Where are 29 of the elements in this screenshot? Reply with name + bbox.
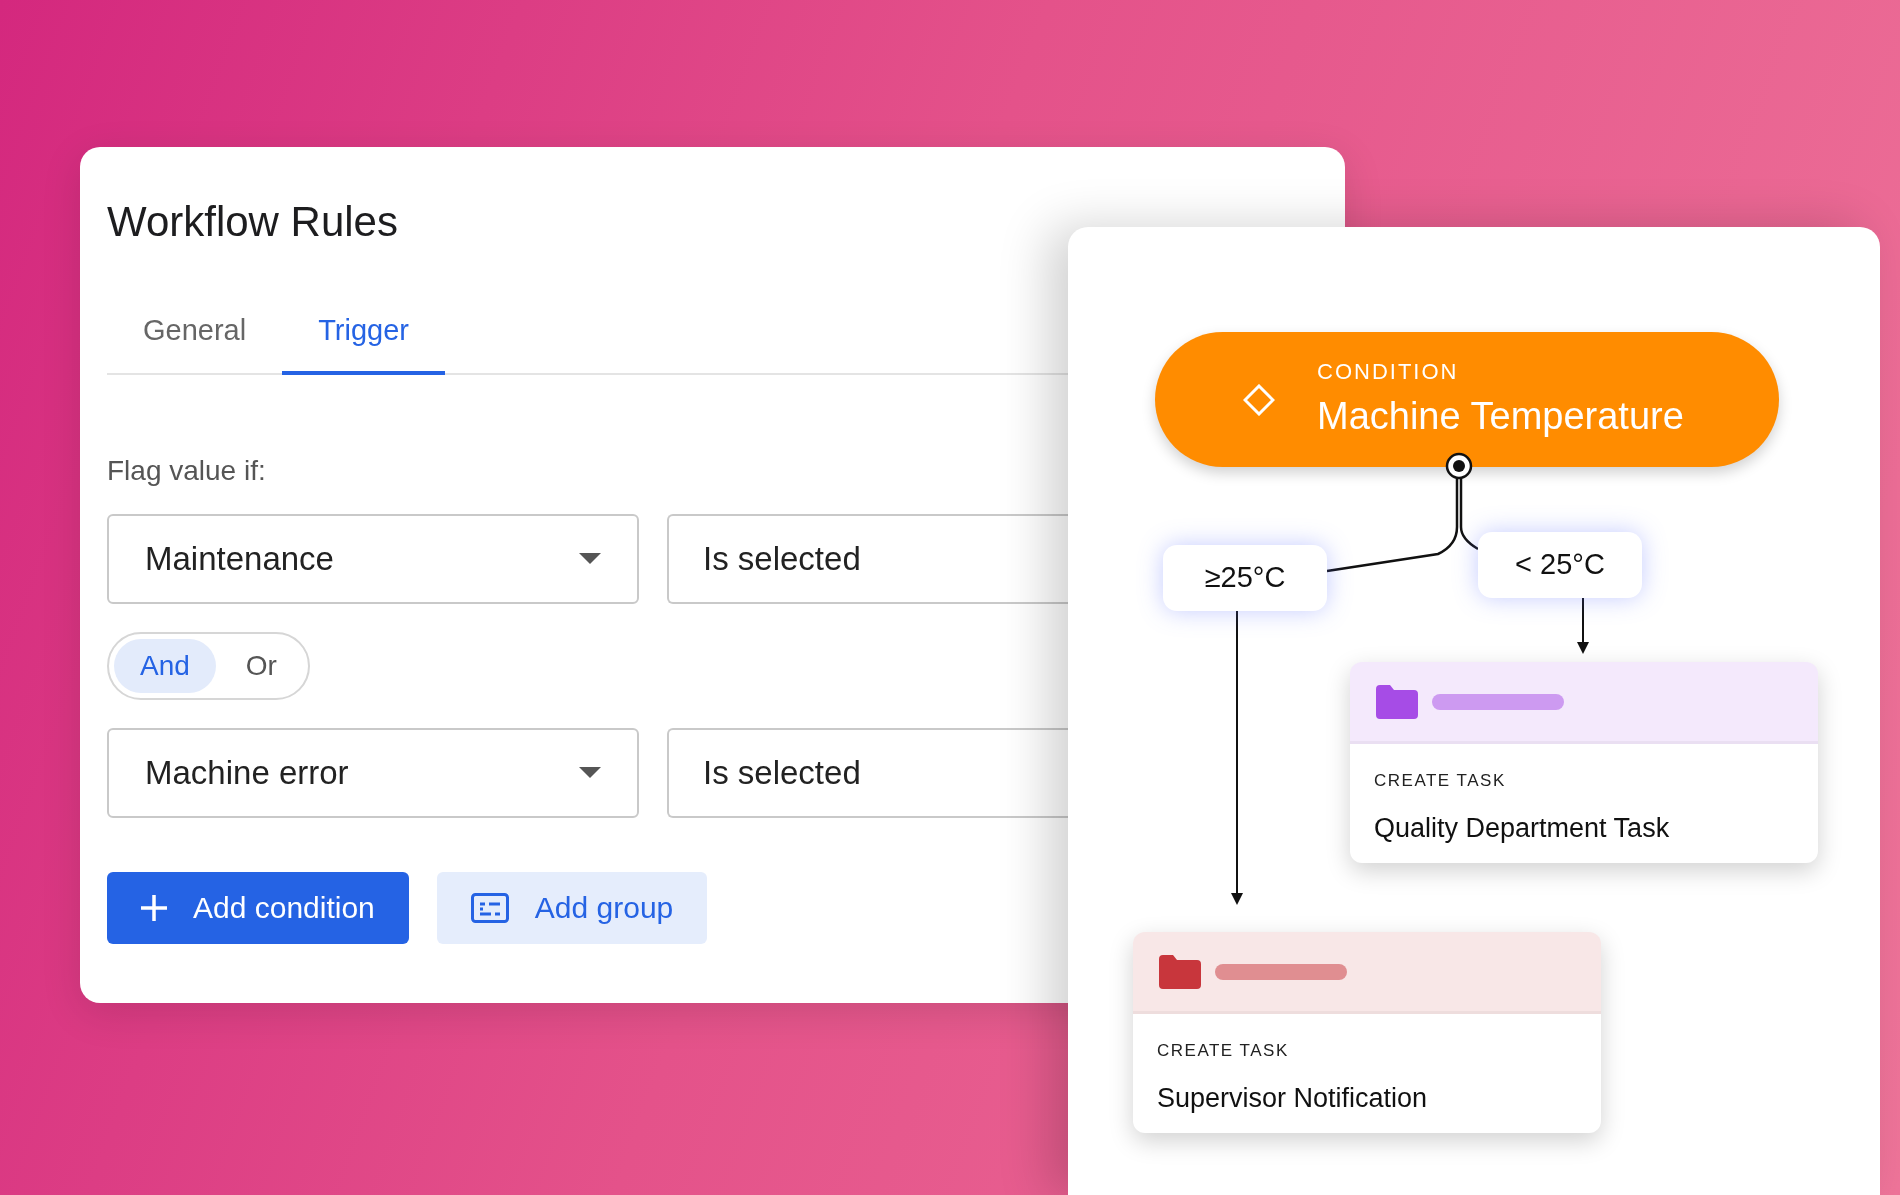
tab[interactable]: General (107, 297, 283, 375)
task-card[interactable]: CREATE TASK Quality Department Task (1350, 662, 1818, 863)
diamond-icon (1243, 383, 1275, 416)
dropdown[interactable]: Machine error (107, 727, 639, 818)
node-caption: CONDITION (1317, 357, 1460, 386)
branch-label: ≥25°C (1163, 545, 1327, 611)
task-caption: CREATE TASK (1374, 770, 1507, 792)
dropdown[interactable]: Maintenance (107, 513, 639, 604)
task-card[interactable]: CREATE TASK Supervisor Notification (1133, 932, 1601, 1133)
toggle-option[interactable]: Or (219, 638, 303, 693)
operator-field[interactable]: Is selected (667, 727, 1068, 818)
task-title: Quality Department Task (1374, 811, 1671, 845)
toggle-option[interactable]: And (114, 638, 216, 693)
field-label: Flag value if: (107, 453, 267, 488)
caret-icon (579, 767, 601, 779)
plus-icon (141, 894, 167, 921)
caret-icon (579, 553, 601, 565)
add-group-button[interactable]: Add group (436, 871, 708, 944)
panel-title: Workflow Rules (107, 197, 399, 247)
node-title: Machine Temperature (1317, 393, 1684, 439)
tab[interactable]: Trigger (282, 297, 445, 375)
task-title: Supervisor Notification (1157, 1081, 1429, 1115)
operator-field[interactable]: Is selected (667, 513, 1068, 604)
group-icon (470, 892, 509, 923)
arrow (1577, 597, 1589, 654)
task-caption: CREATE TASK (1157, 1040, 1290, 1062)
branch-label: < 25°C (1478, 532, 1642, 598)
add-condition-button[interactable]: Add condition (107, 871, 409, 944)
connector-handle-icon (1445, 452, 1473, 480)
